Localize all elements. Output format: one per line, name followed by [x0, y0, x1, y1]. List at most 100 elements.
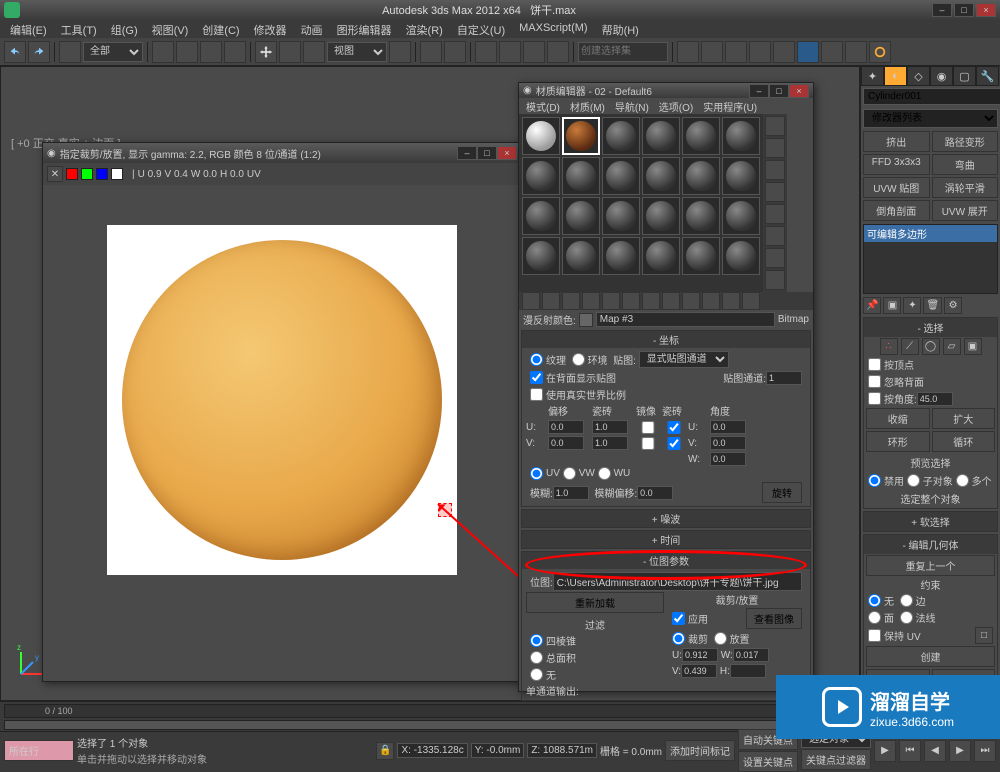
filter-sat-radio[interactable]	[530, 651, 543, 664]
mat-slot[interactable]	[722, 237, 760, 275]
tab-motion[interactable]: ◉	[930, 66, 953, 86]
environ-radio[interactable]	[572, 353, 585, 366]
by-vertex-check[interactable]	[868, 358, 881, 371]
menu-maxscript[interactable]: MAXScript(M)	[513, 20, 593, 38]
texture-radio[interactable]	[530, 353, 543, 366]
preview-off-radio[interactable]	[868, 474, 881, 487]
modifier-list-select[interactable]: 修改器列表	[863, 109, 998, 128]
rollout-header[interactable]: - 编辑几何体	[864, 535, 997, 554]
preserve-uv-settings-button[interactable]: □	[975, 627, 993, 644]
mat-close-button[interactable]: ×	[789, 84, 809, 98]
rollout-header[interactable]: - 选择	[864, 318, 997, 337]
configure-sets-button[interactable]: ⚙	[944, 297, 962, 314]
by-angle-check[interactable]	[868, 392, 881, 405]
v-tile-check[interactable]	[662, 437, 686, 450]
ring-button[interactable]: 环形	[866, 431, 930, 452]
curve-editor-button[interactable]	[749, 41, 771, 63]
preview-sub-radio[interactable]	[907, 474, 920, 487]
mat-max-button[interactable]: □	[769, 84, 789, 98]
mat-slot[interactable]	[722, 197, 760, 235]
script-tab[interactable]: 所在行	[4, 740, 74, 761]
menu-edit[interactable]: 编辑(E)	[4, 20, 53, 38]
tab-utilities[interactable]: 🔧	[976, 66, 999, 86]
sample-uv-button[interactable]	[765, 182, 785, 202]
channel-green-icon[interactable]	[81, 168, 93, 180]
menu-graph[interactable]: 图形编辑器	[331, 20, 398, 38]
mod-btn-pathdeform[interactable]: 路径变形	[932, 131, 999, 152]
key-filters-button[interactable]: 关键点过滤器	[801, 749, 871, 770]
select-by-material-button[interactable]	[765, 270, 785, 290]
go-forward-button[interactable]	[742, 292, 760, 310]
real-world-check[interactable]	[530, 388, 543, 401]
ignore-backface-check[interactable]	[868, 375, 881, 388]
u-tile-spinner[interactable]	[592, 420, 628, 434]
map-type-label[interactable]: Bitmap	[778, 314, 809, 325]
mod-btn-extrude[interactable]: 挤出	[863, 131, 930, 152]
keyboard-shortcut-button[interactable]	[444, 41, 466, 63]
minimize-button[interactable]: –	[932, 3, 952, 17]
show-end-result-button[interactable]	[702, 292, 720, 310]
rotate-button[interactable]	[279, 41, 301, 63]
map-mode-select[interactable]: 显式贴图通道	[639, 351, 729, 368]
layer-manager-button[interactable]	[725, 41, 747, 63]
constraint-face-radio[interactable]	[868, 611, 881, 624]
ref-coord-system[interactable]: 视图	[327, 42, 387, 62]
reset-map-button[interactable]	[582, 292, 600, 310]
map-name-input[interactable]	[596, 312, 775, 327]
mod-btn-unwrap[interactable]: UVW 展开	[932, 200, 999, 221]
transform-y[interactable]: Y: -0.0mm	[471, 743, 525, 758]
rollout-header[interactable]: + 时间	[522, 531, 810, 548]
redo-button[interactable]	[28, 41, 50, 63]
sample-type-button[interactable]	[765, 116, 785, 136]
mod-btn-uvwmap[interactable]: UVW 贴图	[863, 177, 930, 198]
menu-tools[interactable]: 工具(T)	[55, 20, 103, 38]
crop-radio[interactable]	[672, 632, 685, 645]
v-tile-spinner[interactable]	[592, 436, 628, 450]
mat-menu-options[interactable]: 选项(O)	[655, 98, 697, 114]
select-region-button[interactable]	[200, 41, 222, 63]
crop-canvas[interactable]	[107, 225, 457, 575]
mat-slot[interactable]	[522, 237, 560, 275]
repeat-last-button[interactable]: 重复上一个	[866, 555, 995, 576]
mod-btn-bevel[interactable]: 倒角剖面	[863, 200, 930, 221]
scale-button[interactable]	[303, 41, 325, 63]
constraint-edge-radio[interactable]	[900, 594, 913, 607]
u-angle-spinner[interactable]	[710, 420, 746, 434]
mat-slot[interactable]	[522, 197, 560, 235]
mat-slot[interactable]	[642, 237, 680, 275]
rollout-header[interactable]: - 坐标	[522, 331, 810, 348]
crop-max-button[interactable]: □	[477, 146, 497, 160]
mat-titlebar[interactable]: ◉ 材质编辑器 - 02 - Default6 – □ ×	[519, 83, 813, 98]
show-map-button[interactable]	[682, 292, 700, 310]
rotate-button[interactable]: 旋转	[762, 482, 802, 503]
mat-slot[interactable]	[642, 117, 680, 155]
grow-button[interactable]: 扩大	[932, 408, 996, 429]
menu-custom[interactable]: 自定义(U)	[451, 20, 511, 38]
u-mirror-check[interactable]	[636, 421, 660, 434]
material-id-button[interactable]	[662, 292, 680, 310]
link-button[interactable]	[59, 41, 81, 63]
crop-v-spinner[interactable]	[681, 664, 717, 678]
percent-snap-button[interactable]	[523, 41, 545, 63]
mat-slot[interactable]	[642, 157, 680, 195]
track-bar[interactable]	[4, 720, 856, 730]
get-material-button[interactable]	[522, 292, 540, 310]
go-parent-button[interactable]	[722, 292, 740, 310]
select-object-button[interactable]	[152, 41, 174, 63]
subobj-element-button[interactable]: ▣	[964, 338, 982, 355]
backlight-button[interactable]	[765, 138, 785, 158]
options-button[interactable]	[765, 248, 785, 268]
put-to-scene-button[interactable]	[542, 292, 560, 310]
mat-slot[interactable]	[682, 157, 720, 195]
subobj-poly-button[interactable]: ▱	[943, 338, 961, 355]
menu-create[interactable]: 创建(C)	[196, 20, 245, 38]
menu-animation[interactable]: 动画	[295, 20, 329, 38]
prev-frame-button[interactable]: ◀	[924, 740, 946, 762]
object-name-input[interactable]	[863, 88, 1000, 105]
blur-spinner[interactable]	[553, 486, 589, 500]
transform-x[interactable]: X: -1335.128c	[397, 743, 467, 758]
menu-views[interactable]: 视图(V)	[146, 20, 195, 38]
goto-start-button[interactable]: ⏮	[899, 740, 921, 762]
w-angle-spinner[interactable]	[710, 452, 746, 466]
mat-menu-nav[interactable]: 导航(N)	[611, 98, 653, 114]
